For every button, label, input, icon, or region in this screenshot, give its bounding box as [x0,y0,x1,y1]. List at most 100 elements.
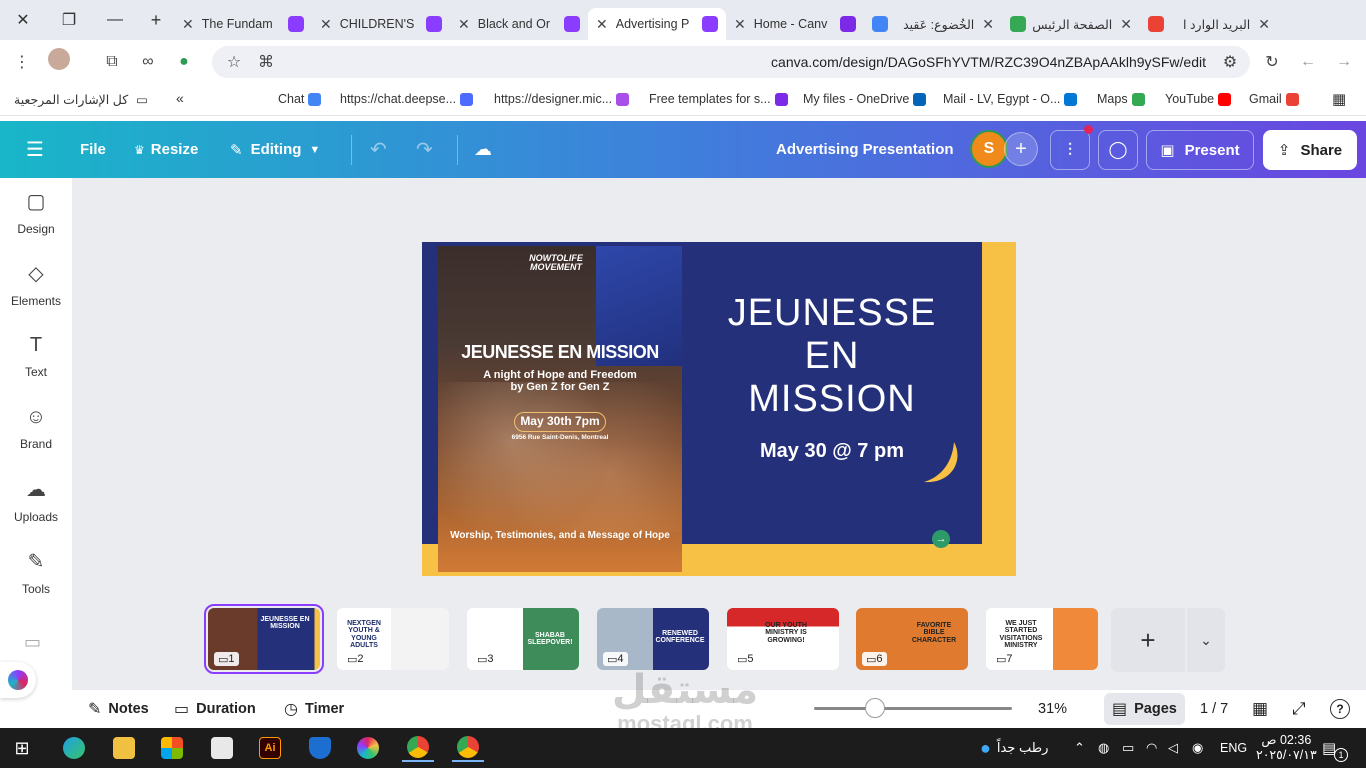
tab-close-icon[interactable]: ✕ [596,16,608,33]
page-thumbnail[interactable]: JEUNESSE EN MISSION ▭ 1 [204,604,324,674]
taskbar-chrome-icon[interactable] [402,734,434,762]
bookmark-item[interactable]: Chat [278,92,322,106]
redo-icon[interactable]: ↷ [416,121,433,178]
page-thumbnail[interactable]: SHABAB SLEEPOVER! ▭ 3 [467,608,579,670]
tab-close-icon[interactable]: ✕ [458,16,470,33]
bookmark-item[interactable]: YouTube [1165,92,1232,106]
tab-close-icon[interactable]: ✕ [734,16,746,33]
tab-close-icon[interactable]: ✕ [1120,16,1132,33]
rail-item-design[interactable]: ▢ Design [0,180,72,244]
grid-view-icon[interactable]: ▦ [1252,690,1268,728]
rail-item-uploads[interactable]: ☁ Uploads [0,468,72,532]
start-button-icon[interactable]: ⊞ [6,734,38,762]
taskbar-photos-icon[interactable] [352,734,384,762]
wifi-icon[interactable]: ◠ [1146,728,1157,768]
fullscreen-icon[interactable]: ⤢ [1292,690,1306,728]
rail-item-elements[interactable]: ◇ Elements [0,252,72,316]
bookmark-item[interactable]: Mail - LV, Egypt - O... [943,92,1078,106]
undo-icon[interactable]: ↶ [370,121,387,178]
reload-icon[interactable]: ↻ [1254,44,1290,80]
editing-mode-button[interactable]: ✎ Editing ▼ [230,121,320,178]
ai-assistant-icon[interactable] [0,662,36,698]
bookmark-item[interactable]: Free templates for s... [649,92,788,106]
extension-3-icon[interactable]: ● [166,44,202,80]
window-close-button[interactable]: ✕ [0,0,46,40]
bookmark-item[interactable]: Maps [1097,92,1145,106]
translate-icon[interactable]: ⌘ [248,44,284,80]
user-avatar[interactable]: S [970,130,1008,168]
resize-button[interactable]: ♛ Resize [134,121,198,178]
extension-2-icon[interactable]: ∞ [130,44,166,80]
rail-item-brand[interactable]: ☺ Brand [0,396,72,460]
volume-icon[interactable]: ◁ [1168,728,1178,768]
tray-usb-icon[interactable]: ◍ [1098,728,1109,768]
add-page-button[interactable]: + [1111,608,1185,672]
next-page-arrow-icon[interactable]: → [932,530,950,548]
slide-canvas[interactable]: NOWTOLIFE MOVEMENT JEUNESSE EN MISSION A… [422,242,1016,576]
browser-tab[interactable]: ✕ Advertising P [588,8,726,40]
browser-tab[interactable]: ✕ الصفحة الرئيس [1002,8,1140,40]
bookmark-item[interactable]: https://designer.mic... [494,92,630,106]
zoom-percentage[interactable]: 31% [1038,690,1067,728]
site-settings-icon[interactable]: ⚙ [1212,44,1248,80]
add-page-options-chevron-icon[interactable]: ⌄ [1187,608,1225,672]
bookmark-item[interactable]: https://chat.deepse... [340,92,474,106]
extensions-icon[interactable]: ⧉ [94,44,130,80]
comments-icon[interactable]: ◯ [1098,130,1138,170]
apps-grid-icon[interactable]: ▦ [1332,90,1346,108]
kebab-menu-icon[interactable]: ⋮ [4,44,40,80]
bookmark-star-icon[interactable]: ☆ [216,44,252,80]
browser-tab[interactable]: ✕ Black and Or [450,8,588,40]
rail-item-tools[interactable]: ✎ Tools [0,540,72,604]
projects-folder-icon[interactable]: ▭ [24,632,41,653]
bookmarks-overflow[interactable]: « [176,90,184,106]
tab-close-icon[interactable]: ✕ [1258,16,1270,33]
taskbar-explorer-icon[interactable] [108,734,140,762]
taskbar-edge-icon[interactable] [58,734,90,762]
main-menu-icon[interactable]: ☰ [26,121,44,178]
analytics-icon[interactable]: ⫶ [1050,130,1090,170]
zoom-slider-track[interactable] [814,707,1012,710]
window-restore-button[interactable]: ❐ [46,0,92,40]
location-icon[interactable]: ◉ [1192,728,1203,768]
browser-tab[interactable]: ✕ CHILDREN'S [312,8,450,40]
clock[interactable]: 02:36 ص ٢٠٢٥/٠٧/١٣ [1256,728,1317,768]
back-icon[interactable]: ← [1290,44,1326,80]
forward-icon[interactable]: → [1326,44,1362,80]
slide-title[interactable]: JEUNESSE EN MISSION [712,292,952,421]
browser-tab[interactable]: ✕ البريد الوارد ا [1140,8,1278,40]
profile-avatar[interactable] [48,48,70,70]
window-minimize-button[interactable]: — [92,0,138,40]
language-indicator[interactable]: ENG [1220,728,1247,768]
taskbar-store-icon[interactable] [156,734,188,762]
page-thumbnail[interactable]: WE JUST STARTED VISITATIONS MINISTRY ▭ 7 [986,608,1098,670]
browser-tab[interactable]: ✕ Home - Canv [726,8,864,40]
invite-plus-icon[interactable]: + [1004,132,1038,166]
taskbar-chrome-2-icon[interactable] [452,734,484,762]
crescent-moon-icon[interactable] [912,438,962,488]
bookmark-item[interactable]: Gmail [1249,92,1299,106]
taskbar-mail-icon[interactable] [206,734,238,762]
tab-close-icon[interactable]: ✕ [320,16,332,33]
cloud-saved-icon[interactable]: ☁ [474,121,492,178]
page-thumbnail[interactable]: RENEWED CONFERENCE ▭ 4 [597,608,709,670]
tab-close-icon[interactable]: ✕ [982,16,994,33]
browser-tab[interactable]: ✕ الخُضوع: عَقيد [864,8,1002,40]
duration-button[interactable]: ▭ Duration [174,690,256,728]
zoom-slider-handle[interactable] [865,698,885,718]
notes-button[interactable]: ✎ Notes [88,690,149,728]
document-title[interactable]: Advertising Presentation [776,121,954,178]
new-tab-button[interactable]: + [138,0,174,40]
timer-button[interactable]: ◷ Timer [284,690,344,728]
taskbar-illustrator-icon[interactable]: Ai [254,734,286,762]
file-menu[interactable]: File [80,121,106,178]
all-bookmarks[interactable]: كل الإشارات المرجعية ▭ [14,92,148,107]
pages-view-button[interactable]: ▤ Pages [1104,693,1185,725]
present-button[interactable]: ▣ Present [1146,130,1254,170]
omnibox[interactable]: ☆ ⌘ canva.com/design/DAGoSFhYVTM/RZC39O4… [212,46,1250,78]
page-thumbnail[interactable]: NEXTGEN YOUTH & YOUNG ADULTS ▭ 2 [337,608,449,670]
rail-item-text[interactable]: T Text [0,324,72,388]
page-thumbnail[interactable]: OUR YOUTH MINISTRY IS GROWING! ▭ 5 [727,608,839,670]
help-icon[interactable]: ? [1330,690,1350,728]
bookmark-item[interactable]: My files - OneDrive [803,92,927,106]
